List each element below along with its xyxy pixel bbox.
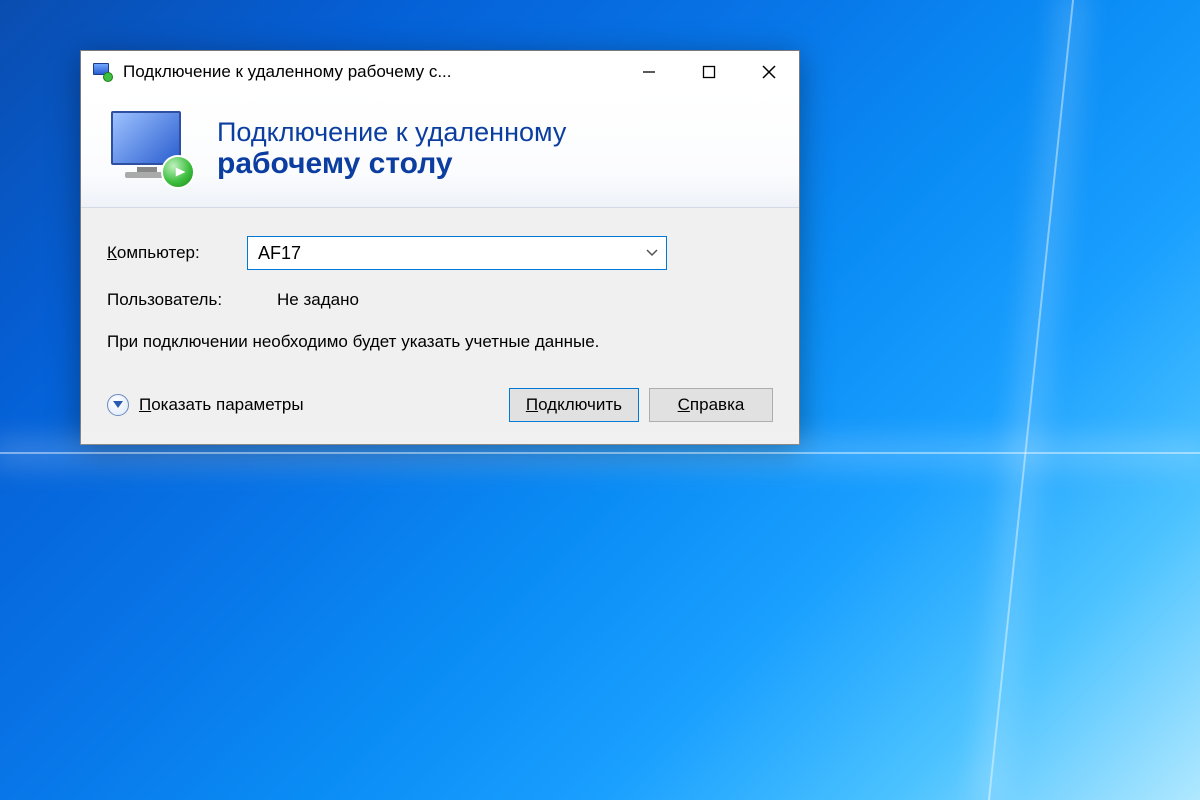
titlebar[interactable]: Подключение к удаленному рабочему с... (81, 51, 799, 93)
banner-line1: Подключение к удаленному (217, 117, 566, 147)
maximize-button[interactable] (679, 51, 739, 93)
rdp-icon (107, 111, 193, 187)
expand-options-icon[interactable] (107, 394, 129, 416)
banner-text: Подключение к удаленному рабочему столу (217, 117, 566, 181)
user-value: Не задано (277, 290, 359, 310)
banner-line2: рабочему столу (217, 147, 566, 181)
minimize-button[interactable] (619, 51, 679, 93)
expand-options-link[interactable]: Показать параметры (139, 395, 304, 415)
credentials-hint: При подключении необходимо будет указать… (107, 330, 773, 354)
computer-combo[interactable] (247, 236, 667, 270)
window-title: Подключение к удаленному рабочему с... (123, 62, 452, 82)
computer-input[interactable] (248, 243, 638, 264)
help-button[interactable]: Справка (649, 388, 773, 422)
close-button[interactable] (739, 51, 799, 93)
rdp-dialog: Подключение к удаленному рабочему с... П… (80, 50, 800, 445)
connect-button[interactable]: Подключить (509, 388, 639, 422)
app-icon (91, 62, 113, 82)
banner: Подключение к удаленному рабочему столу (81, 93, 799, 208)
window-controls (619, 51, 799, 93)
chevron-down-icon[interactable] (638, 249, 666, 257)
computer-label: Компьютер: (107, 243, 247, 263)
user-label: Пользователь: (107, 290, 277, 310)
dialog-body: Компьютер: Пользователь: Не задано При п… (81, 208, 799, 444)
